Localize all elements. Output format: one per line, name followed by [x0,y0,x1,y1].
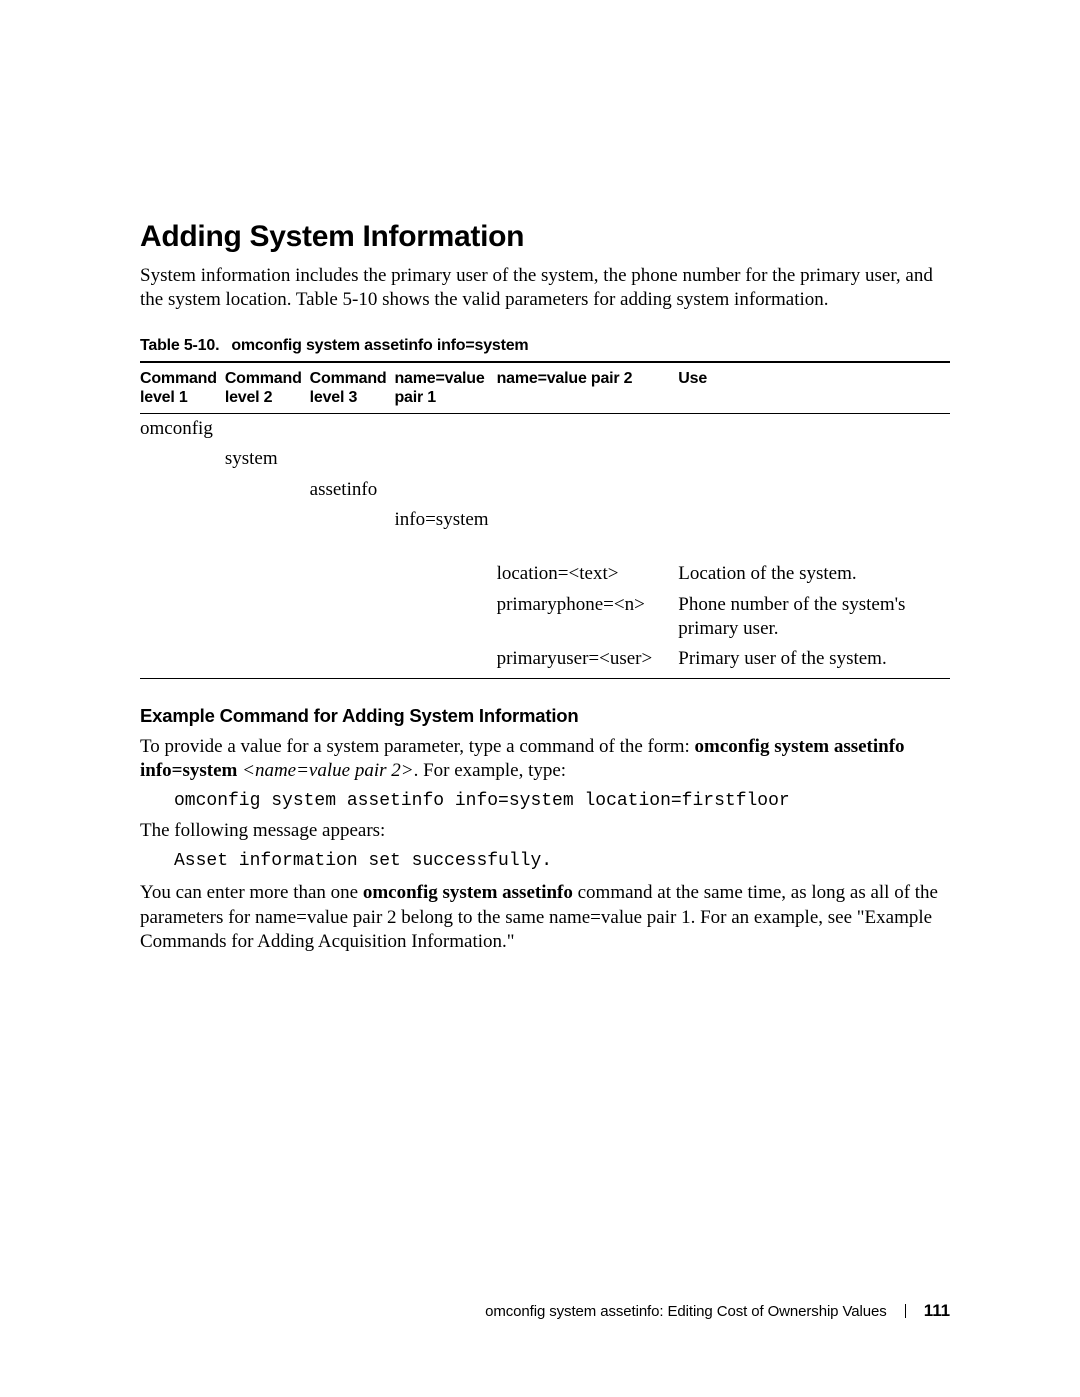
page-number: 111 [924,1301,950,1320]
cell: info=system [394,505,496,535]
table-row: system [140,444,950,474]
cell: Location of the system. [678,559,950,589]
page-footer: omconfig system assetinfo: Editing Cost … [485,1301,950,1321]
col-header-5: name=value pair 2 [497,362,679,414]
cell: location=<text> [497,559,679,589]
col-header-3: Commandlevel 3 [310,362,395,414]
example-subheading: Example Command for Adding System Inform… [140,705,950,727]
table-row-spacer [140,535,950,559]
closing-paragraph: You can enter more than one omconfig sys… [140,881,950,954]
code-block-output: Asset information set successfully. [174,851,950,871]
col-header-4: name=valuepair 1 [394,362,496,414]
table-row: info=system [140,505,950,535]
section-heading: Adding System Information [140,220,950,254]
example-lead-paragraph: To provide a value for a system paramete… [140,735,950,784]
table-row: location=<text> Location of the system. [140,559,950,589]
cell: primaryphone=<n> [497,590,679,645]
footer-text: omconfig system assetinfo: Editing Cost … [485,1303,887,1320]
intro-paragraph: System information includes the primary … [140,264,950,313]
footer-divider-icon [905,1304,906,1318]
cell: Phone number of the system's primary use… [678,590,950,645]
col-header-1: Commandlevel 1 [140,362,225,414]
table-caption-number: Table 5-10. [140,337,219,354]
col-header-6: Use [678,362,950,414]
table-row: assetinfo [140,475,950,505]
cell: Primary user of the system. [678,644,950,678]
message-lead: The following message appears: [140,819,950,843]
table-header-row: Commandlevel 1 Commandlevel 2 Commandlev… [140,362,950,414]
cell: omconfig [140,414,225,445]
col-header-2: Commandlevel 2 [225,362,310,414]
cell: assetinfo [310,475,395,505]
command-table: Commandlevel 1 Commandlevel 2 Commandlev… [140,361,950,679]
table-row: omconfig [140,414,950,445]
table-caption-title: omconfig system assetinfo info=system [231,337,528,354]
table-caption: Table 5-10. omconfig system assetinfo inf… [140,337,950,355]
code-block-command: omconfig system assetinfo info=system lo… [174,791,950,811]
document-page: Adding System Information System informa… [0,0,1080,1397]
table-row: primaryphone=<n> Phone number of the sys… [140,590,950,645]
cell: system [225,444,310,474]
table-row: primaryuser=<user> Primary user of the s… [140,644,950,678]
cell: primaryuser=<user> [497,644,679,678]
